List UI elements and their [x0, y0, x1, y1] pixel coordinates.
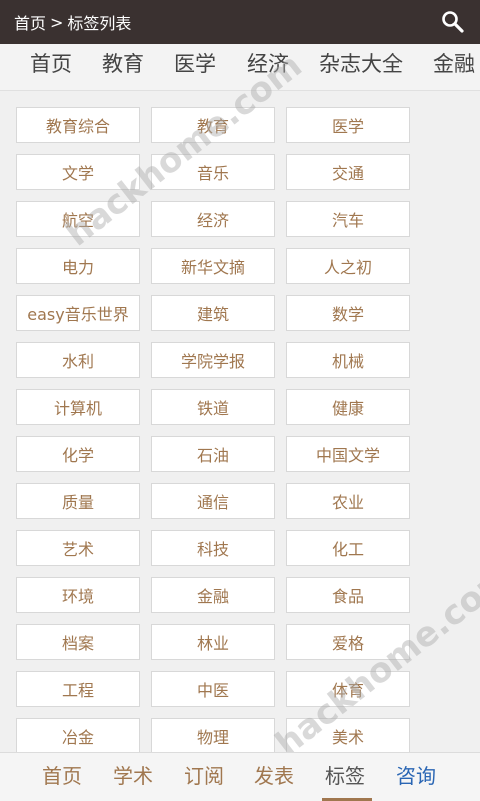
tag-item[interactable]: 石油	[151, 436, 275, 472]
category-nav: 首页 教育 医学 经济 杂志大全 金融	[0, 44, 480, 91]
breadcrumb-home[interactable]: 首页	[14, 10, 46, 34]
bottom-tab-subscribe[interactable]: 订阅	[184, 753, 224, 801]
category-magazines[interactable]: 杂志大全	[319, 44, 403, 90]
tag-item[interactable]: 体育	[286, 671, 410, 707]
tag-item[interactable]: 环境	[16, 577, 140, 613]
tag-item[interactable]: 中国文学	[286, 436, 410, 472]
tag-item[interactable]: 美术	[286, 718, 410, 754]
tag-item[interactable]: 物理	[151, 718, 275, 754]
tag-item[interactable]: 教育	[151, 107, 275, 143]
tag-item[interactable]: 化工	[286, 530, 410, 566]
tag-item[interactable]: 机械	[286, 342, 410, 378]
search-icon	[442, 11, 464, 33]
bottom-nav: 首页 学术 订阅 发表 标签 咨询	[0, 752, 480, 801]
tag-item[interactable]: 音乐	[151, 154, 275, 190]
category-education[interactable]: 教育	[102, 44, 144, 90]
tag-item[interactable]: 教育综合	[16, 107, 140, 143]
tag-item[interactable]: 通信	[151, 483, 275, 519]
tag-item[interactable]: 电力	[16, 248, 140, 284]
tag-item[interactable]: 工程	[16, 671, 140, 707]
bottom-tab-tags[interactable]: 标签	[325, 753, 365, 801]
tag-item[interactable]: 水利	[16, 342, 140, 378]
tag-item[interactable]: 学院学报	[151, 342, 275, 378]
tag-item[interactable]: 计算机	[16, 389, 140, 425]
bottom-tab-consult[interactable]: 咨询	[396, 753, 436, 801]
tag-item[interactable]: 经济	[151, 201, 275, 237]
category-medicine[interactable]: 医学	[174, 44, 216, 90]
tag-grid: 教育综合 教育 医学文学 音乐 交通航空 经济 汽车电力 新华文摘 人之初 easy音乐世界 建筑数…	[16, 107, 414, 754]
tag-item[interactable]: 冶金	[16, 718, 140, 754]
tag-item[interactable]: easy音乐世界	[16, 295, 140, 331]
category-home[interactable]: 首页	[30, 44, 72, 90]
top-bar: 首页 > 标签列表	[0, 0, 480, 44]
tag-item[interactable]: 质量	[16, 483, 140, 519]
tag-item[interactable]: 人之初	[286, 248, 410, 284]
tag-item[interactable]: 交通	[286, 154, 410, 190]
category-finance[interactable]: 金融	[433, 44, 475, 90]
tag-item[interactable]: 艺术	[16, 530, 140, 566]
tag-item[interactable]: 档案	[16, 624, 140, 660]
breadcrumb-current: 标签列表	[67, 14, 132, 33]
tag-item[interactable]: 铁道	[151, 389, 275, 425]
tag-item[interactable]: 建筑	[151, 295, 275, 331]
tag-item[interactable]: 中医	[151, 671, 275, 707]
bottom-tab-publish[interactable]: 发表	[254, 753, 294, 801]
bottom-tab-academic[interactable]: 学术	[113, 753, 153, 801]
tag-item[interactable]: 汽车	[286, 201, 410, 237]
tag-item[interactable]: 健康	[286, 389, 410, 425]
breadcrumb: 首页 > 标签列表	[14, 10, 131, 34]
tag-item[interactable]: 爱格	[286, 624, 410, 660]
breadcrumb-separator: >	[50, 12, 64, 32]
search-button[interactable]	[438, 8, 468, 36]
tag-item[interactable]: 林业	[151, 624, 275, 660]
tag-item[interactable]: 数学	[286, 295, 410, 331]
category-economy[interactable]: 经济	[247, 44, 289, 90]
tag-item[interactable]: 文学	[16, 154, 140, 190]
tag-item[interactable]: 医学	[286, 107, 410, 143]
tag-item[interactable]: 航空	[16, 201, 140, 237]
tag-item[interactable]: 农业	[286, 483, 410, 519]
tag-item[interactable]: 化学	[16, 436, 140, 472]
bottom-tab-home[interactable]: 首页	[42, 753, 82, 801]
tag-item[interactable]: 科技	[151, 530, 275, 566]
tag-item[interactable]: 食品	[286, 577, 410, 613]
tag-list[interactable]: 教育综合 教育 医学文学 音乐 交通航空 经济 汽车电力 新华文摘 人之初 easy音乐世界 建筑数…	[0, 92, 480, 758]
tag-item[interactable]: 金融	[151, 577, 275, 613]
tag-item[interactable]: 新华文摘	[151, 248, 275, 284]
